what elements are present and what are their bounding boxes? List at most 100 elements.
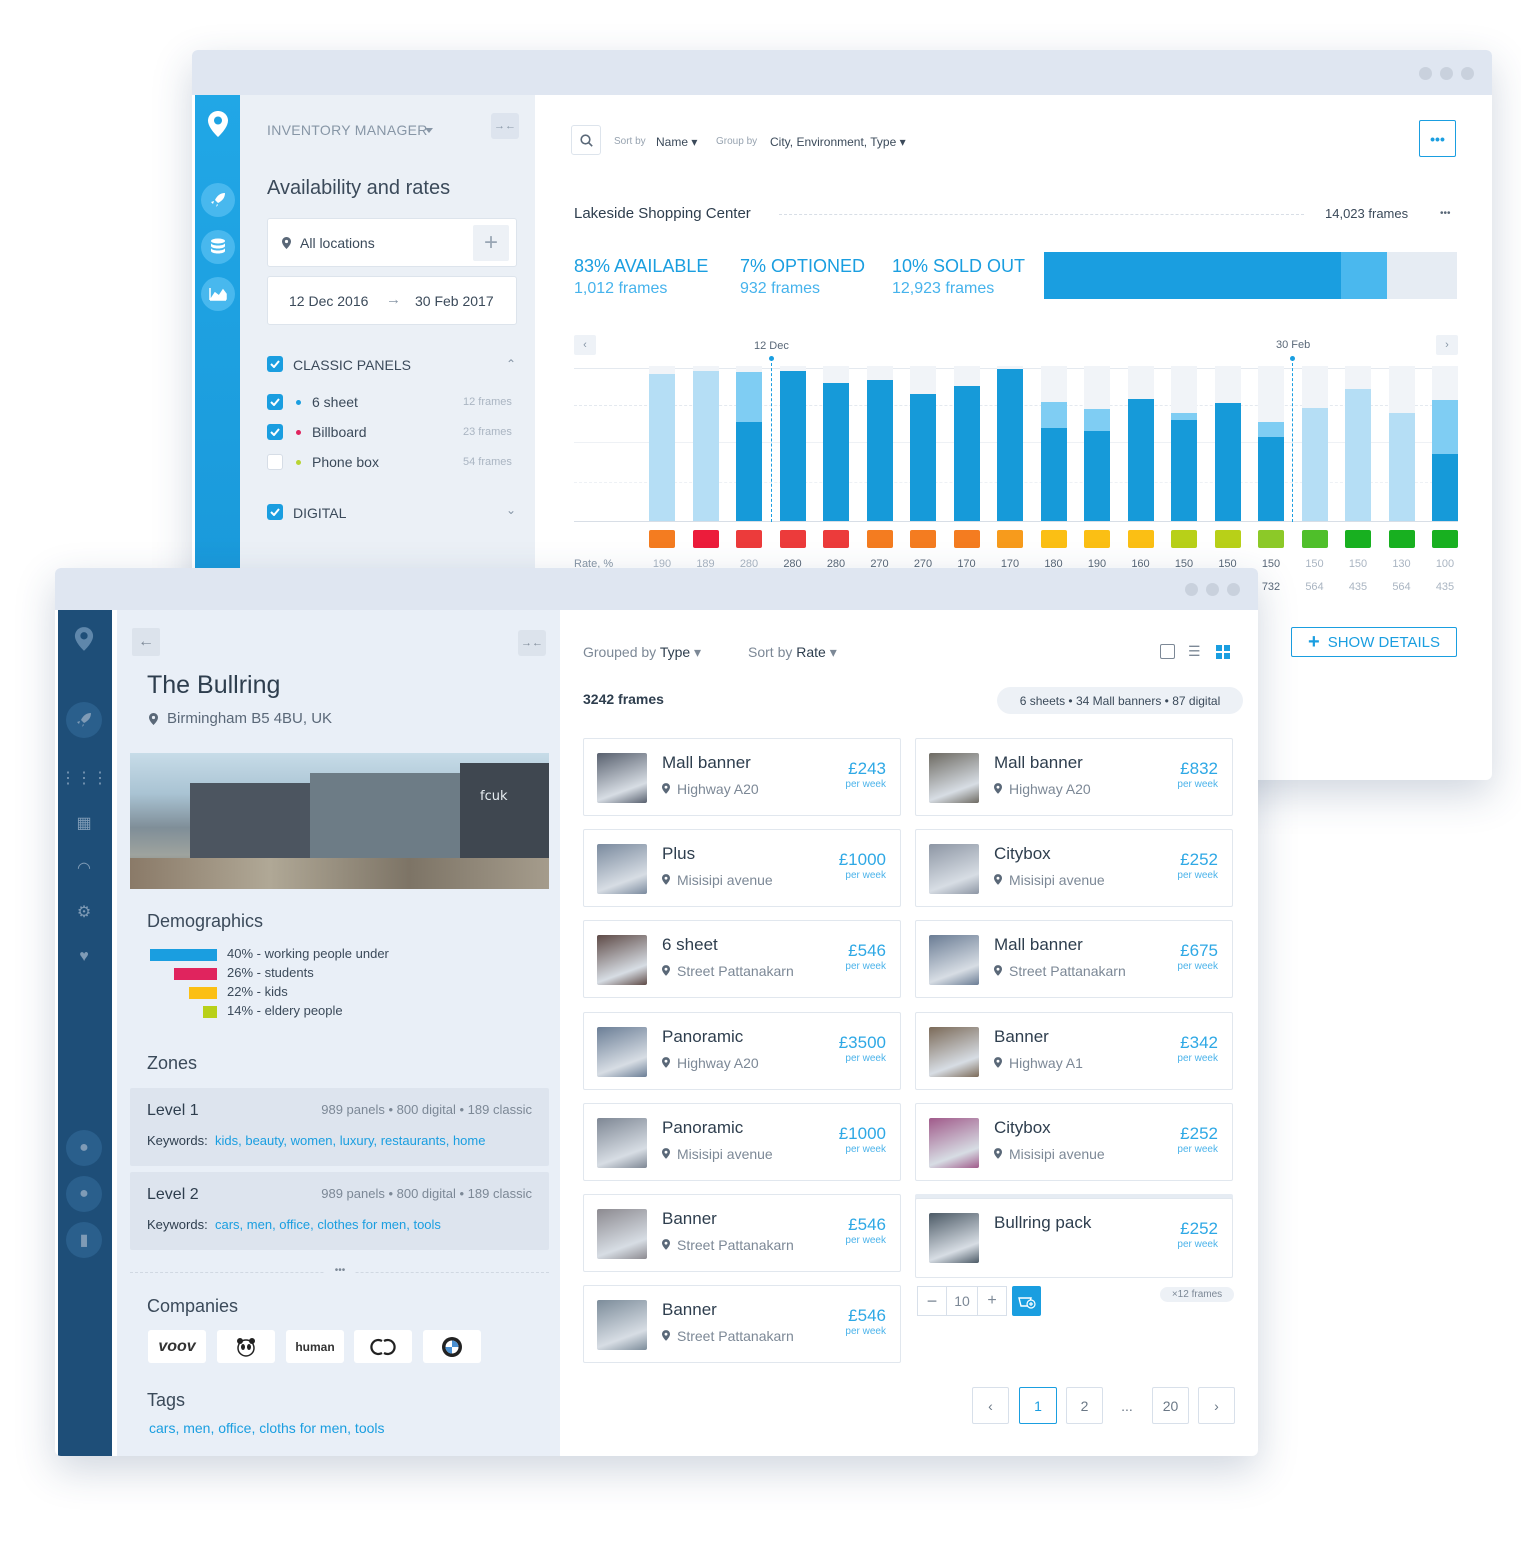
area-chart-icon[interactable] <box>201 277 235 311</box>
product-card[interactable]: Plus Misisipi avenue £1000 per week <box>583 829 901 908</box>
decrement-button[interactable]: − <box>917 1286 947 1316</box>
search-button[interactable] <box>571 125 601 155</box>
bar-optioned[interactable] <box>1258 421 1284 438</box>
bar-available[interactable] <box>779 370 806 521</box>
user-icon[interactable]: ● <box>66 1176 102 1212</box>
center-menu-icon[interactable]: ••• <box>1440 208 1451 219</box>
bell-icon[interactable]: ● <box>66 1130 102 1166</box>
bar-optioned[interactable] <box>1040 401 1067 428</box>
calendar-search-icon[interactable]: ▦ <box>72 811 96 835</box>
bar-optioned[interactable] <box>692 370 719 521</box>
product-card[interactable]: Banner Street Pattanakarn £546 per week <box>583 1285 901 1364</box>
chevron-up-icon[interactable]: ⌃ <box>506 357 516 371</box>
product-card[interactable]: Panoramic Misisipi avenue £1000 per week <box>583 1102 901 1181</box>
bundle-card[interactable]: Bullring pack £252 per week <box>915 1198 1233 1278</box>
bar-available[interactable] <box>910 393 936 521</box>
product-card[interactable]: Mall banner Highway A20 £243 per week <box>583 738 901 816</box>
increment-button[interactable]: + <box>977 1286 1007 1316</box>
sort-select[interactable]: Name ▾ <box>656 135 697 149</box>
pagination-prev[interactable]: ‹ <box>972 1387 1009 1424</box>
pagination-page[interactable]: 1 <box>1019 1387 1057 1424</box>
gear-icon[interactable]: ⚙ <box>72 900 96 924</box>
add-location-button[interactable]: + <box>473 225 509 261</box>
rocket-icon[interactable] <box>201 183 235 217</box>
checkbox-phone-box[interactable] <box>267 454 283 470</box>
pagination-page[interactable]: 2 <box>1066 1387 1103 1424</box>
chevron-down-icon[interactable]: ⌄ <box>506 503 516 517</box>
location-field[interactable]: All locations + <box>267 218 517 267</box>
company-logo-voov[interactable]: voov <box>148 1330 206 1363</box>
company-logo-human[interactable]: human <box>286 1330 344 1363</box>
bar-available[interactable] <box>1040 428 1067 521</box>
pagination-page[interactable]: 20 <box>1152 1387 1189 1424</box>
bar-available[interactable] <box>866 379 893 521</box>
tags-list[interactable]: cars, men, office, cloths for men, tools <box>149 1420 385 1436</box>
product-card[interactable]: Citybox Misisipi avenue £252 per week <box>915 1102 1233 1181</box>
bar-available[interactable] <box>1214 403 1241 521</box>
bar-available[interactable] <box>1171 420 1197 521</box>
bar-available[interactable] <box>1084 431 1110 521</box>
checkbox-classic-panels[interactable] <box>267 356 283 372</box>
location-pin-logo-icon[interactable] <box>207 110 229 138</box>
window-controls[interactable] <box>1419 67 1474 80</box>
list-view-icon[interactable]: ☰ <box>1188 643 1201 660</box>
product-card[interactable]: Citybox Misisipi avenue £252 per week <box>915 829 1233 908</box>
window-controls[interactable] <box>1185 583 1240 596</box>
bar-available[interactable] <box>1258 437 1284 521</box>
collapse-icon[interactable]: →← <box>518 630 546 656</box>
bar-available[interactable] <box>997 369 1023 521</box>
bar-optioned[interactable] <box>736 372 762 422</box>
bar-available[interactable] <box>1432 454 1458 521</box>
date-to[interactable]: 30 Feb 2017 <box>415 293 494 309</box>
grouped-by-select[interactable]: Grouped by Type ▾ <box>583 644 701 661</box>
company-logo-panda[interactable] <box>217 1330 275 1363</box>
apps-grid-icon[interactable]: ⋮⋮⋮ <box>60 766 108 790</box>
product-card[interactable]: Mall banner Highway A20 £832 per week <box>915 738 1233 816</box>
pagination-next[interactable]: › <box>1198 1387 1235 1424</box>
date-range-field[interactable]: 12 Dec 2016 → 30 Feb 2017 <box>267 276 517 325</box>
bar-optioned[interactable] <box>1432 400 1458 455</box>
group-label-classic[interactable]: CLASSIC PANELS <box>293 357 411 373</box>
zone-keywords[interactable]: kids, beauty, women, luxury, restaurants… <box>215 1133 485 1148</box>
product-card[interactable]: Panoramic Highway A20 £3500 per week <box>583 1011 901 1090</box>
zone-keywords[interactable]: cars, men, office, clothes for men, tool… <box>215 1217 441 1232</box>
more-zones-button[interactable]: ••• <box>325 1265 355 1276</box>
book-icon[interactable]: ▮ <box>66 1222 102 1258</box>
bar-available[interactable] <box>736 421 762 521</box>
back-arrow-icon[interactable]: ← <box>132 628 160 656</box>
add-to-basket-button[interactable] <box>1012 1286 1041 1316</box>
basket-icon[interactable]: ◠ <box>72 856 96 880</box>
heart-icon[interactable]: ♥ <box>72 945 96 969</box>
location-pin-logo-icon[interactable] <box>74 626 94 657</box>
calendar-view-icon[interactable] <box>1160 644 1175 659</box>
bar-available[interactable] <box>1127 398 1154 521</box>
product-card[interactable]: Mall banner Street Pattanakarn £675 per wee… <box>915 920 1233 999</box>
group-label-digital[interactable]: DIGITAL <box>293 505 346 521</box>
product-card[interactable]: 6 sheet Street Pattanakarn £546 per week <box>583 920 901 999</box>
group-select[interactable]: City, Environment, Type ▾ <box>770 135 906 149</box>
zone-card-level-1[interactable]: Level 1 989 panels • 800 digital • 189 c… <box>130 1088 549 1166</box>
checkbox-6-sheet[interactable] <box>267 394 283 410</box>
bar-available[interactable] <box>953 386 980 521</box>
bar-optioned[interactable] <box>1171 412 1197 421</box>
product-card[interactable]: Banner Highway A1 £342 per week <box>915 1011 1233 1090</box>
quantity-input[interactable]: 10 <box>947 1286 977 1316</box>
bar-optioned[interactable] <box>1301 407 1328 521</box>
product-card[interactable]: Banner Street Pattanakarn £546 per week <box>583 1194 901 1272</box>
zone-card-level-2[interactable]: Level 2 989 panels • 800 digital • 189 c… <box>130 1172 549 1250</box>
caret-down-icon[interactable] <box>425 128 433 133</box>
rocket-icon[interactable] <box>66 702 102 738</box>
bar-optioned[interactable] <box>1388 412 1415 521</box>
bar-optioned[interactable] <box>1084 409 1110 432</box>
company-logo-chanel[interactable] <box>354 1330 412 1363</box>
bar-available[interactable] <box>823 383 849 521</box>
bar-optioned[interactable] <box>649 373 675 521</box>
company-logo-bmw[interactable] <box>423 1330 481 1363</box>
sort-by-select[interactable]: Sort by Rate ▾ <box>748 644 837 661</box>
grid-view-icon[interactable] <box>1216 645 1230 659</box>
app-title[interactable]: INVENTORY MANAGER <box>267 122 428 138</box>
more-options-button[interactable]: ••• <box>1419 120 1456 157</box>
checkbox-digital[interactable] <box>267 504 283 520</box>
show-details-button[interactable]: + SHOW DETAILS <box>1291 627 1457 657</box>
bar-optioned[interactable] <box>1345 389 1371 521</box>
